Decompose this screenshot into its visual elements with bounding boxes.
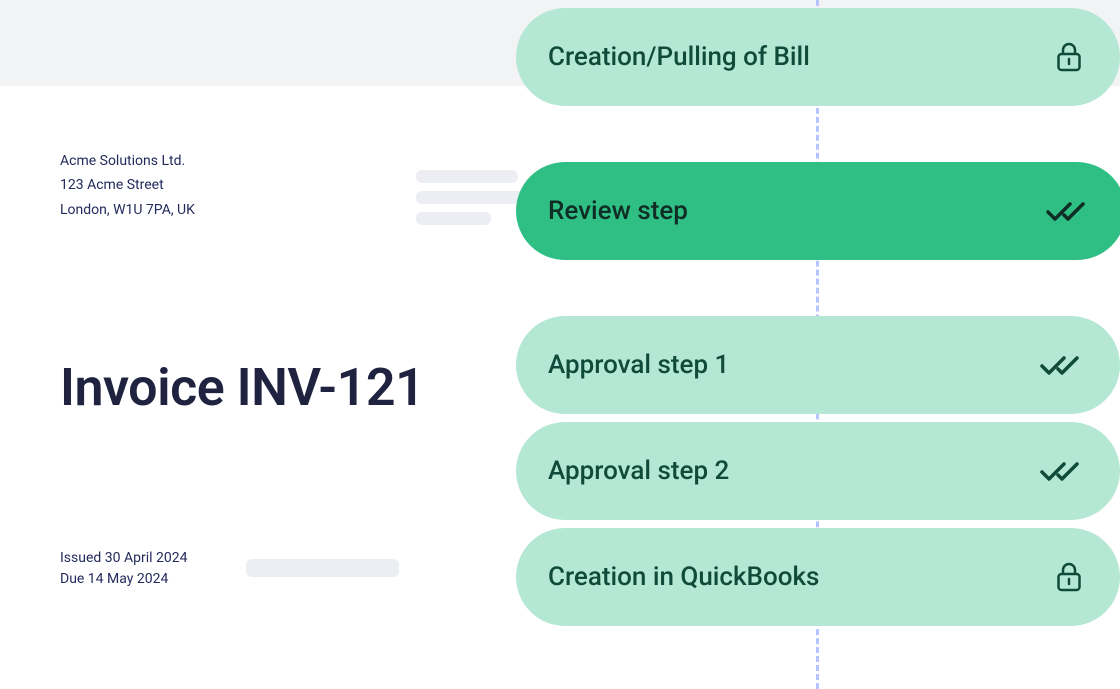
workflow-step-approval-2[interactable]: Approval step 2 (516, 422, 1120, 520)
workflow-step-review[interactable]: Review step (516, 162, 1120, 260)
skeleton-line (416, 191, 530, 204)
workflow-track: Creation/Pulling of Bill Review step App… (516, 0, 1120, 689)
double-check-icon (1046, 199, 1088, 223)
skeleton-placeholder-group (416, 170, 530, 233)
skeleton-line (416, 170, 518, 183)
dates-block: Issued 30 April 2024 Due 14 May 2024 (60, 548, 187, 591)
step-label: Creation/Pulling of Bill (548, 42, 810, 72)
due-date: Due 14 May 2024 (60, 569, 187, 591)
workflow-step-quickbooks[interactable]: Creation in QuickBooks (516, 528, 1120, 626)
workflow-step-approval-1[interactable]: Approval step 1 (516, 316, 1120, 414)
lock-icon (1056, 562, 1082, 592)
skeleton-line (246, 559, 399, 577)
workflow-step-creation[interactable]: Creation/Pulling of Bill (516, 8, 1120, 106)
step-label: Review step (548, 196, 688, 226)
lock-icon (1056, 42, 1082, 72)
issued-date: Issued 30 April 2024 (60, 548, 187, 570)
step-label: Approval step 2 (548, 456, 729, 486)
step-label: Approval step 1 (548, 350, 729, 380)
double-check-icon (1040, 459, 1082, 483)
double-check-icon (1040, 353, 1082, 377)
step-label: Creation in QuickBooks (548, 562, 819, 592)
skeleton-line (416, 212, 491, 225)
